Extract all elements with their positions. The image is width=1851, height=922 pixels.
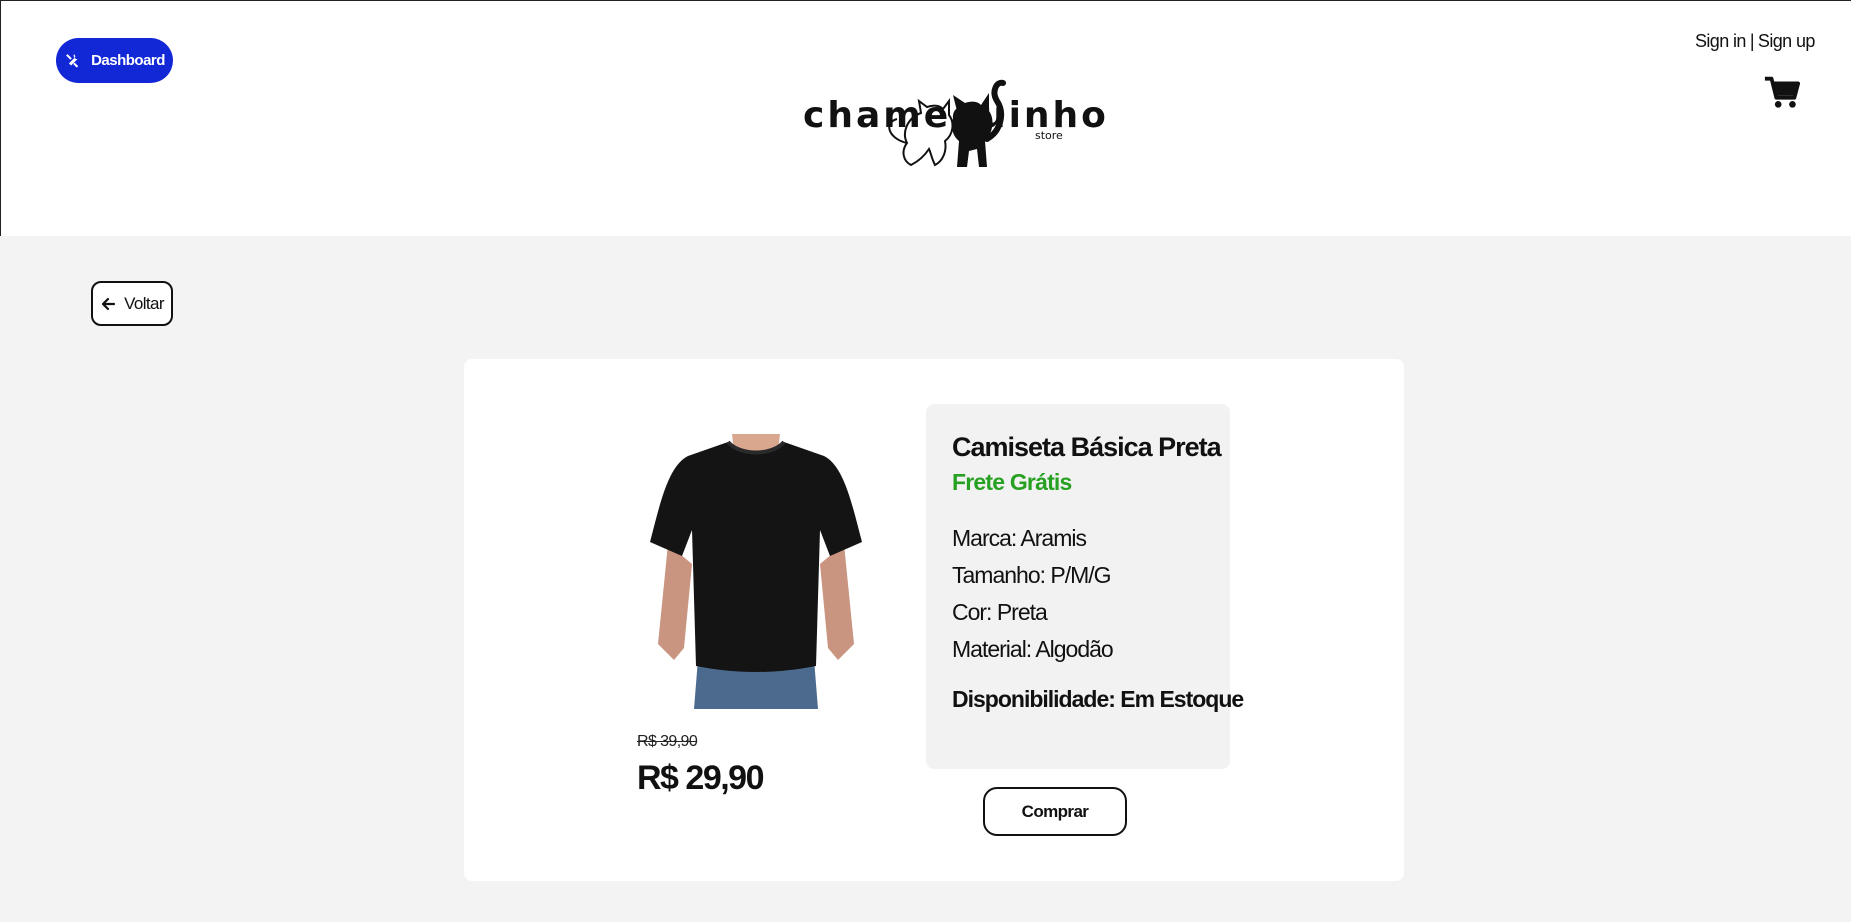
- store-logo[interactable]: chameguinho store: [801, 59, 1106, 174]
- back-label: Voltar: [124, 293, 164, 313]
- back-button[interactable]: Voltar: [91, 281, 173, 326]
- spec-color: Cor: Preta: [952, 599, 1048, 625]
- product-image: [648, 434, 864, 709]
- dashboard-button[interactable]: Dashboard: [56, 38, 173, 83]
- product-specs: Marca: Aramis Tamanho: P/M/G Cor: Preta …: [952, 520, 1204, 668]
- product-info-panel: Camiseta Básica Preta Frete Grátis Marca…: [926, 404, 1244, 769]
- current-price: R$ 29,90: [637, 759, 765, 797]
- spec-size: Tamanho: P/M/G: [952, 562, 1112, 588]
- arrow-left-icon: [101, 297, 116, 310]
- spec-brand: Marca: Aramis: [952, 525, 1087, 551]
- availability-status: Disponibilidade: Em Estoque: [952, 686, 1244, 712]
- tools-icon: [66, 54, 79, 68]
- auth-links: Sign in | Sign up: [1695, 31, 1815, 52]
- cart-icon[interactable]: [1763, 73, 1801, 111]
- dashboard-label: Dashboard: [91, 52, 165, 69]
- product-title: Camiseta Básica Preta: [952, 432, 1222, 462]
- logo-subtext: store: [1035, 129, 1063, 142]
- logo-text: chameguinho: [803, 95, 1109, 136]
- auth-separator: |: [1749, 31, 1755, 51]
- sign-up-link[interactable]: Sign up: [1758, 31, 1815, 52]
- spec-material: Material: Algodão: [952, 636, 1114, 662]
- product-card: R$ 39,90 R$ 29,90 Camiseta Básica Preta …: [464, 359, 1404, 881]
- sign-in-link[interactable]: Sign in: [1695, 31, 1746, 52]
- buy-button[interactable]: Comprar: [983, 787, 1127, 836]
- site-header: Dashboard chameguinho store Sign in | Si…: [0, 0, 1851, 236]
- shipping-badge: Frete Grátis: [952, 469, 1072, 495]
- old-price: R$ 39,90: [637, 733, 698, 750]
